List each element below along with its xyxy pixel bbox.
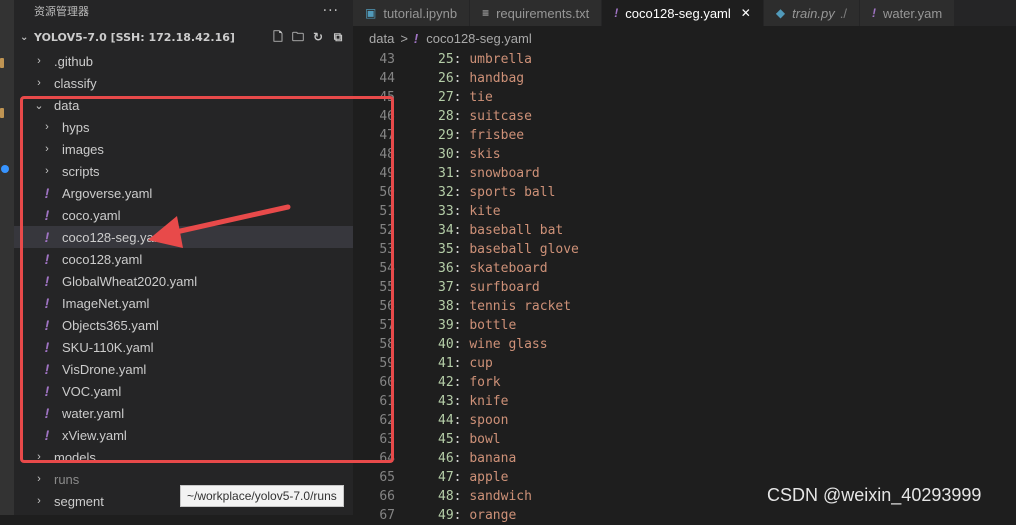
path-tooltip: ~/workplace/yolov5-7.0/runs: [180, 485, 344, 507]
watermark: CSDN @weixin_40293999: [767, 485, 982, 505]
annotation-arrow: [148, 204, 291, 248]
